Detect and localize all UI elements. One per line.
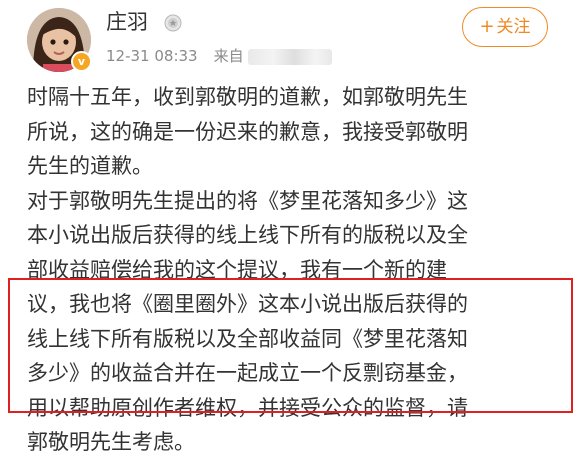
post-line: 郭敬明先生考虑。 (27, 430, 195, 454)
source-blurred (247, 48, 332, 65)
follow-button[interactable]: + 关注 (462, 7, 548, 47)
post-line: 时隔十五年，收到郭敬明的道歉，如郭敬明先生 (27, 85, 468, 109)
follow-label: 关注 (496, 17, 531, 37)
medal-icon[interactable] (163, 12, 183, 32)
verified-badge-icon: v (71, 51, 92, 72)
post-timestamp[interactable]: 12-31 08:33 (106, 47, 198, 65)
source-label: 来自 (213, 47, 244, 65)
plus-icon: + (479, 16, 495, 37)
highlight-box (8, 278, 573, 413)
post-line: 先生的道歉。 (27, 154, 153, 178)
post-line: 所说，这的确是一份迟来的歉意，我接受郭敬明 (27, 119, 468, 144)
post-meta: 12-31 08:33 来自 (106, 46, 332, 66)
post-line: 对于郭敬明先生提出的将《梦里花落知多少》这 (27, 188, 468, 213)
username[interactable]: 庄羽 (106, 8, 148, 36)
post-line: 本小说出版后获得的线上线下所有的版税以及全 (27, 223, 468, 247)
